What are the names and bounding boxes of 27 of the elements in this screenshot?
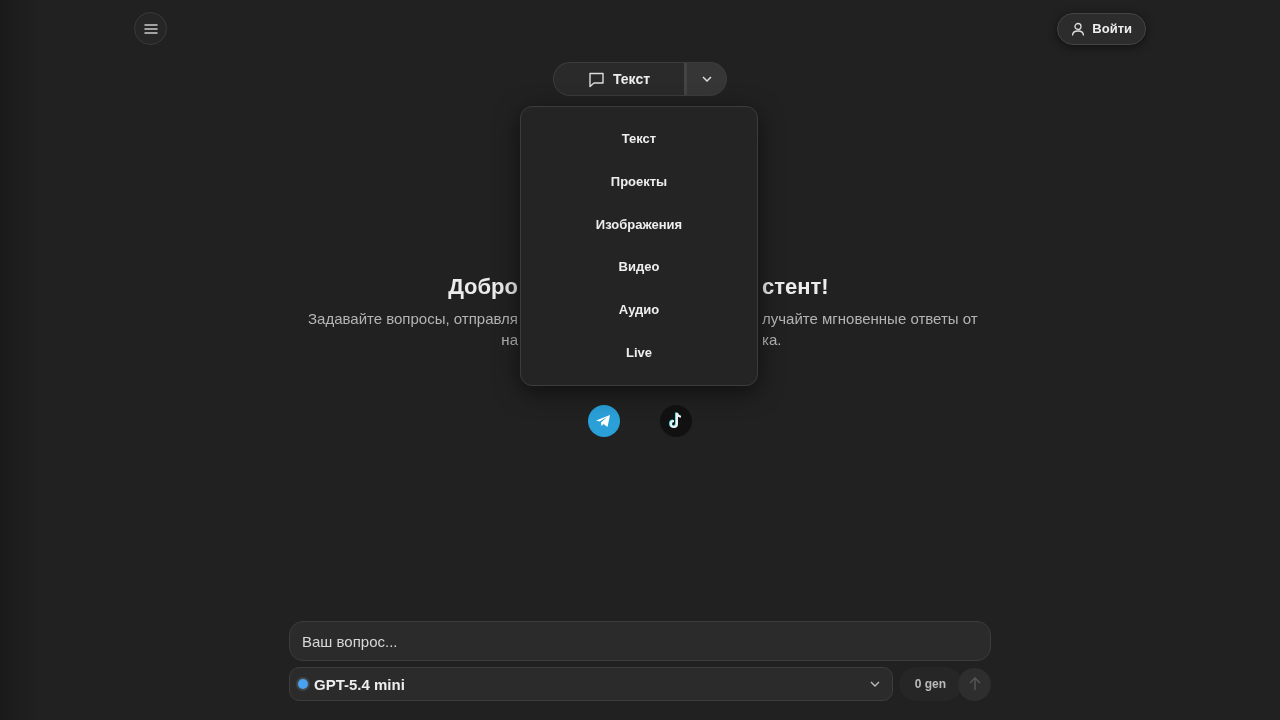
menu-item[interactable]: Текст xyxy=(621,128,657,171)
arrow-up-icon xyxy=(967,677,982,691)
chevron-icon xyxy=(869,681,880,687)
menu-item[interactable]: Live xyxy=(626,342,652,385)
user-icon xyxy=(1071,21,1086,36)
telegram-icon[interactable] xyxy=(588,405,620,437)
model-select[interactable]: GPT-5.4 mini xyxy=(289,667,893,701)
welcome-title: Добро xyxy=(448,273,518,301)
mode-button[interactable]: Текст xyxy=(553,62,684,96)
model-name: GPT-5.4 mini xyxy=(314,675,406,693)
caret-icon xyxy=(701,76,712,82)
menu-item[interactable]: Видео xyxy=(618,256,660,300)
menu-item[interactable]: Аудио xyxy=(618,299,660,343)
question-field[interactable]: Ваш вопрос... xyxy=(289,621,991,661)
login-button[interactable]: Войти xyxy=(1057,12,1146,45)
welcome-subtitle: Задавайте вопросы, отправля xyxy=(308,309,518,329)
menu-item[interactable]: Проекты xyxy=(610,170,668,214)
welcome-subtitle: лучайте мгновенные ответы от xyxy=(762,309,978,329)
dropdown-toggle[interactable] xyxy=(684,62,727,96)
tiktok-icon[interactable] xyxy=(660,405,692,437)
menu-button[interactable] xyxy=(134,12,167,45)
credits-counter: 0 gen xyxy=(898,667,962,701)
chat-bubble-icon xyxy=(587,70,605,88)
welcome-title: стент! xyxy=(762,273,829,301)
welcome-subtitle: на xyxy=(501,330,518,350)
menu-item[interactable]: Изображения xyxy=(595,213,683,257)
welcome-subtitle: ка. xyxy=(762,330,782,350)
